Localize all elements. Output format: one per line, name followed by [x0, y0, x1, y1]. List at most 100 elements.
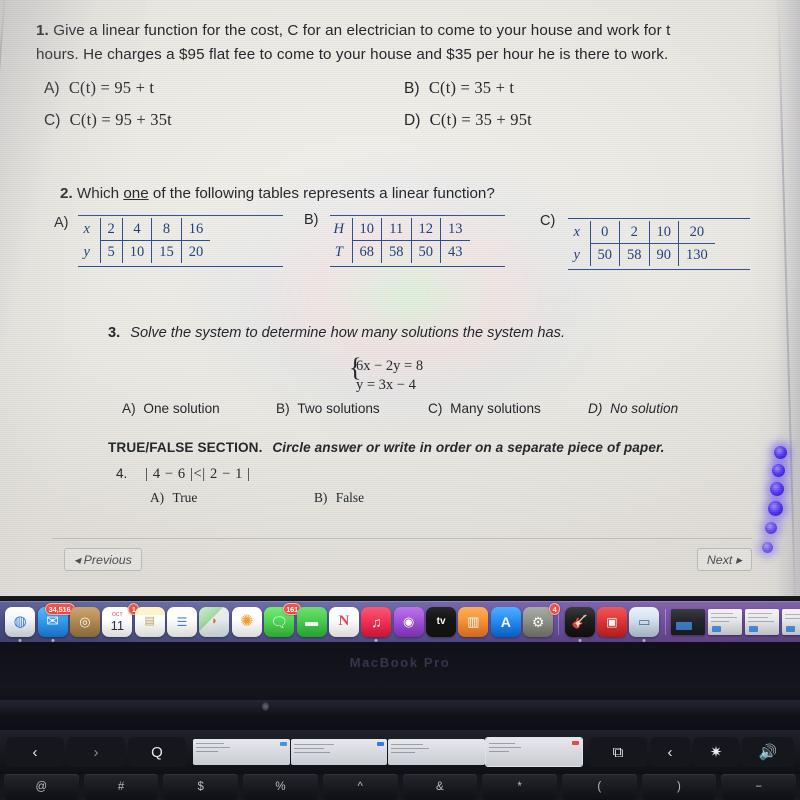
touchbar-forward-button[interactable]: ›	[67, 737, 125, 767]
true-false-heading: TRUE/FALSE SECTION. Circle answer or wri…	[108, 440, 788, 455]
dock-icon-photos[interactable]: ✺	[231, 606, 262, 637]
question-2-table-a[interactable]: A) x 2 4 8 16 y 5 10 15 20	[54, 215, 283, 267]
question-1-choice-d[interactable]: D) C(t) = 35 + 95t	[404, 110, 532, 130]
dock-icon-facetime[interactable]: ▬	[296, 606, 327, 637]
news-icon: N	[338, 613, 350, 629]
key-close-paren[interactable]: )	[641, 774, 717, 800]
question-2-stem-after: of the following tables represents a lin…	[148, 185, 495, 202]
zoom-icon: ▣	[606, 614, 618, 629]
dock-icon-maps[interactable]: ◗	[199, 606, 230, 637]
macos-dock[interactable]: ◍ ✉ 34,516 ◎ OCT 11 1 ▤ ☰ ◗ ✺ 🗨 161 ▬ N …	[0, 601, 800, 642]
question-1-choice-a[interactable]: A) C(t) = 95 + t	[44, 78, 154, 98]
table-c-r1c4: 20	[677, 221, 715, 244]
dock-icon-calendar[interactable]: OCT 11 1	[102, 602, 140, 637]
key-minus[interactable]: −	[721, 774, 797, 800]
key-open-paren[interactable]: (	[561, 774, 637, 800]
question-2-table-b[interactable]: B) H 10 11 12 13 T 68 58 50 43	[304, 212, 505, 267]
dock-icon-garageband[interactable]: 🎸	[564, 606, 595, 642]
keyboard-number-row[interactable]: @ # $ % ^ & * ( ) −	[0, 774, 800, 800]
choice-b-expression: C(t) = 35 + t	[428, 78, 515, 97]
question-4-choice-b[interactable]: B) False	[314, 490, 364, 506]
question-2-stem-underlined: one	[123, 185, 149, 202]
question-1-choice-row-2: C) C(t) = 95 + 35t D) C(t) = 35 + 95t	[44, 110, 744, 142]
touchbar-tab-strip[interactable]	[189, 737, 586, 767]
table-c-r1c1: 0	[589, 221, 620, 244]
table-a-r2c4: 20	[180, 240, 211, 263]
touchbar-tab[interactable]	[193, 739, 290, 765]
table-b-r2c3: 50	[410, 240, 441, 263]
dock-icon-system-settings[interactable]: ⚙ 4	[523, 602, 561, 637]
q3-choice-d-label: D)	[588, 401, 603, 416]
facetime-icon: ▬	[305, 614, 319, 629]
dock-icon-messages[interactable]: 🗨 161	[264, 602, 302, 637]
question-3-choice-a[interactable]: A) One solution	[122, 401, 220, 416]
calendar-day-label: 11	[110, 618, 125, 633]
q4-choice-b-label: B)	[314, 490, 328, 505]
question-1-choice-c[interactable]: C) C(t) = 95 + 35t	[44, 110, 172, 130]
dock-icon-zoom[interactable]: ▣	[596, 606, 627, 637]
table-b-r1c3: 12	[410, 218, 441, 241]
dock-icon-reminders[interactable]: ☰	[167, 606, 198, 637]
q3-choice-a-text: One solution	[143, 401, 220, 416]
table-c-r2c1: 50	[589, 243, 620, 266]
question-4-choice-a[interactable]: A) True	[150, 490, 197, 506]
table-b-label: B)	[304, 212, 319, 228]
dock-icon-books[interactable]: ▥	[458, 606, 489, 637]
touchbar-volume-button[interactable]: 🔊	[742, 737, 794, 767]
table-row: y 5 10 15 20	[78, 240, 211, 263]
minimized-window[interactable]	[708, 608, 742, 635]
question-1-choices: A) C(t) = 95 + t B) C(t) = 35 + t C) C(t…	[44, 78, 744, 142]
minimized-window[interactable]	[782, 608, 800, 635]
q3-choice-b-text: Two solutions	[297, 401, 380, 416]
touch-bar[interactable]: ‹ › Q ⧉ ‹ ✷ 🔊	[0, 730, 800, 774]
touchbar-tab[interactable]	[290, 739, 387, 765]
question-3-stem: 3. Solve the system to determine how man…	[108, 325, 788, 341]
choice-c-label: C)	[44, 112, 61, 129]
question-3-choice-d[interactable]: D) No solution	[588, 401, 678, 416]
table-c-row2-header: y	[568, 243, 591, 266]
minimized-window[interactable]	[745, 608, 779, 635]
dock-icon-apple-tv[interactable]: tv	[426, 606, 457, 637]
table-c-r1c2: 2	[619, 221, 650, 244]
touchbar-new-tab-button[interactable]: ⧉	[589, 737, 647, 767]
table-a-label: A)	[54, 215, 69, 231]
dock-icon-mail[interactable]: ✉ 34,516	[37, 602, 75, 642]
key-ampersand[interactable]: &	[402, 774, 478, 800]
key-percent[interactable]: %	[243, 774, 318, 800]
dock-icon-podcasts[interactable]: ◉	[393, 606, 424, 637]
dock-icon-contacts[interactable]: ◎	[69, 606, 100, 637]
key-caret[interactable]: ^	[322, 774, 398, 800]
dock-icon-notes[interactable]: ▤	[134, 606, 165, 637]
key-asterisk[interactable]: *	[482, 774, 557, 800]
table-b-r2c2: 58	[381, 240, 412, 263]
system-settings-badge: 4	[549, 602, 561, 615]
key-at[interactable]: @	[4, 774, 79, 800]
table-row: x 2 4 8 16	[78, 218, 211, 241]
dock-icon-app-store[interactable]: A	[490, 606, 521, 637]
previous-button[interactable]: ◂ Previous	[64, 548, 142, 571]
dock-icon-news[interactable]: N	[328, 606, 359, 637]
question-3-choice-c[interactable]: C) Many solutions	[428, 401, 541, 416]
next-button[interactable]: Next ▸	[696, 548, 752, 571]
books-icon: ▥	[467, 614, 480, 629]
dock-icon-safari[interactable]: ◍	[5, 606, 36, 642]
window-thumb-accent	[786, 625, 795, 632]
question-1-text-line1: Give a linear function for the cost, C f…	[53, 22, 671, 39]
touchbar-brightness-button[interactable]: ✷	[693, 737, 739, 767]
blue-led-strip	[760, 446, 790, 564]
question-3-choice-b[interactable]: B) Two solutions	[276, 401, 380, 416]
question-2-table-c[interactable]: C) x 0 2 10 20 y 50 58 90 130	[540, 213, 750, 270]
question-1-choice-b[interactable]: B) C(t) = 35 + t	[404, 78, 514, 98]
minimized-window[interactable]	[671, 608, 705, 635]
table-a-r1c4: 16	[180, 218, 211, 241]
table-c-r1c3: 10	[648, 221, 679, 244]
dock-icon-finder[interactable]: ▭	[629, 606, 660, 642]
dock-icon-music[interactable]: ♫	[361, 606, 392, 642]
touchbar-tab-active[interactable]	[484, 737, 583, 767]
touchbar-back-button[interactable]: ‹	[6, 737, 64, 767]
key-hash[interactable]: #	[83, 774, 159, 800]
touchbar-tab[interactable]	[388, 739, 485, 765]
touchbar-search-button[interactable]: Q	[128, 737, 186, 767]
touchbar-collapse-button[interactable]: ‹	[650, 737, 690, 767]
key-dollar[interactable]: $	[163, 774, 239, 800]
